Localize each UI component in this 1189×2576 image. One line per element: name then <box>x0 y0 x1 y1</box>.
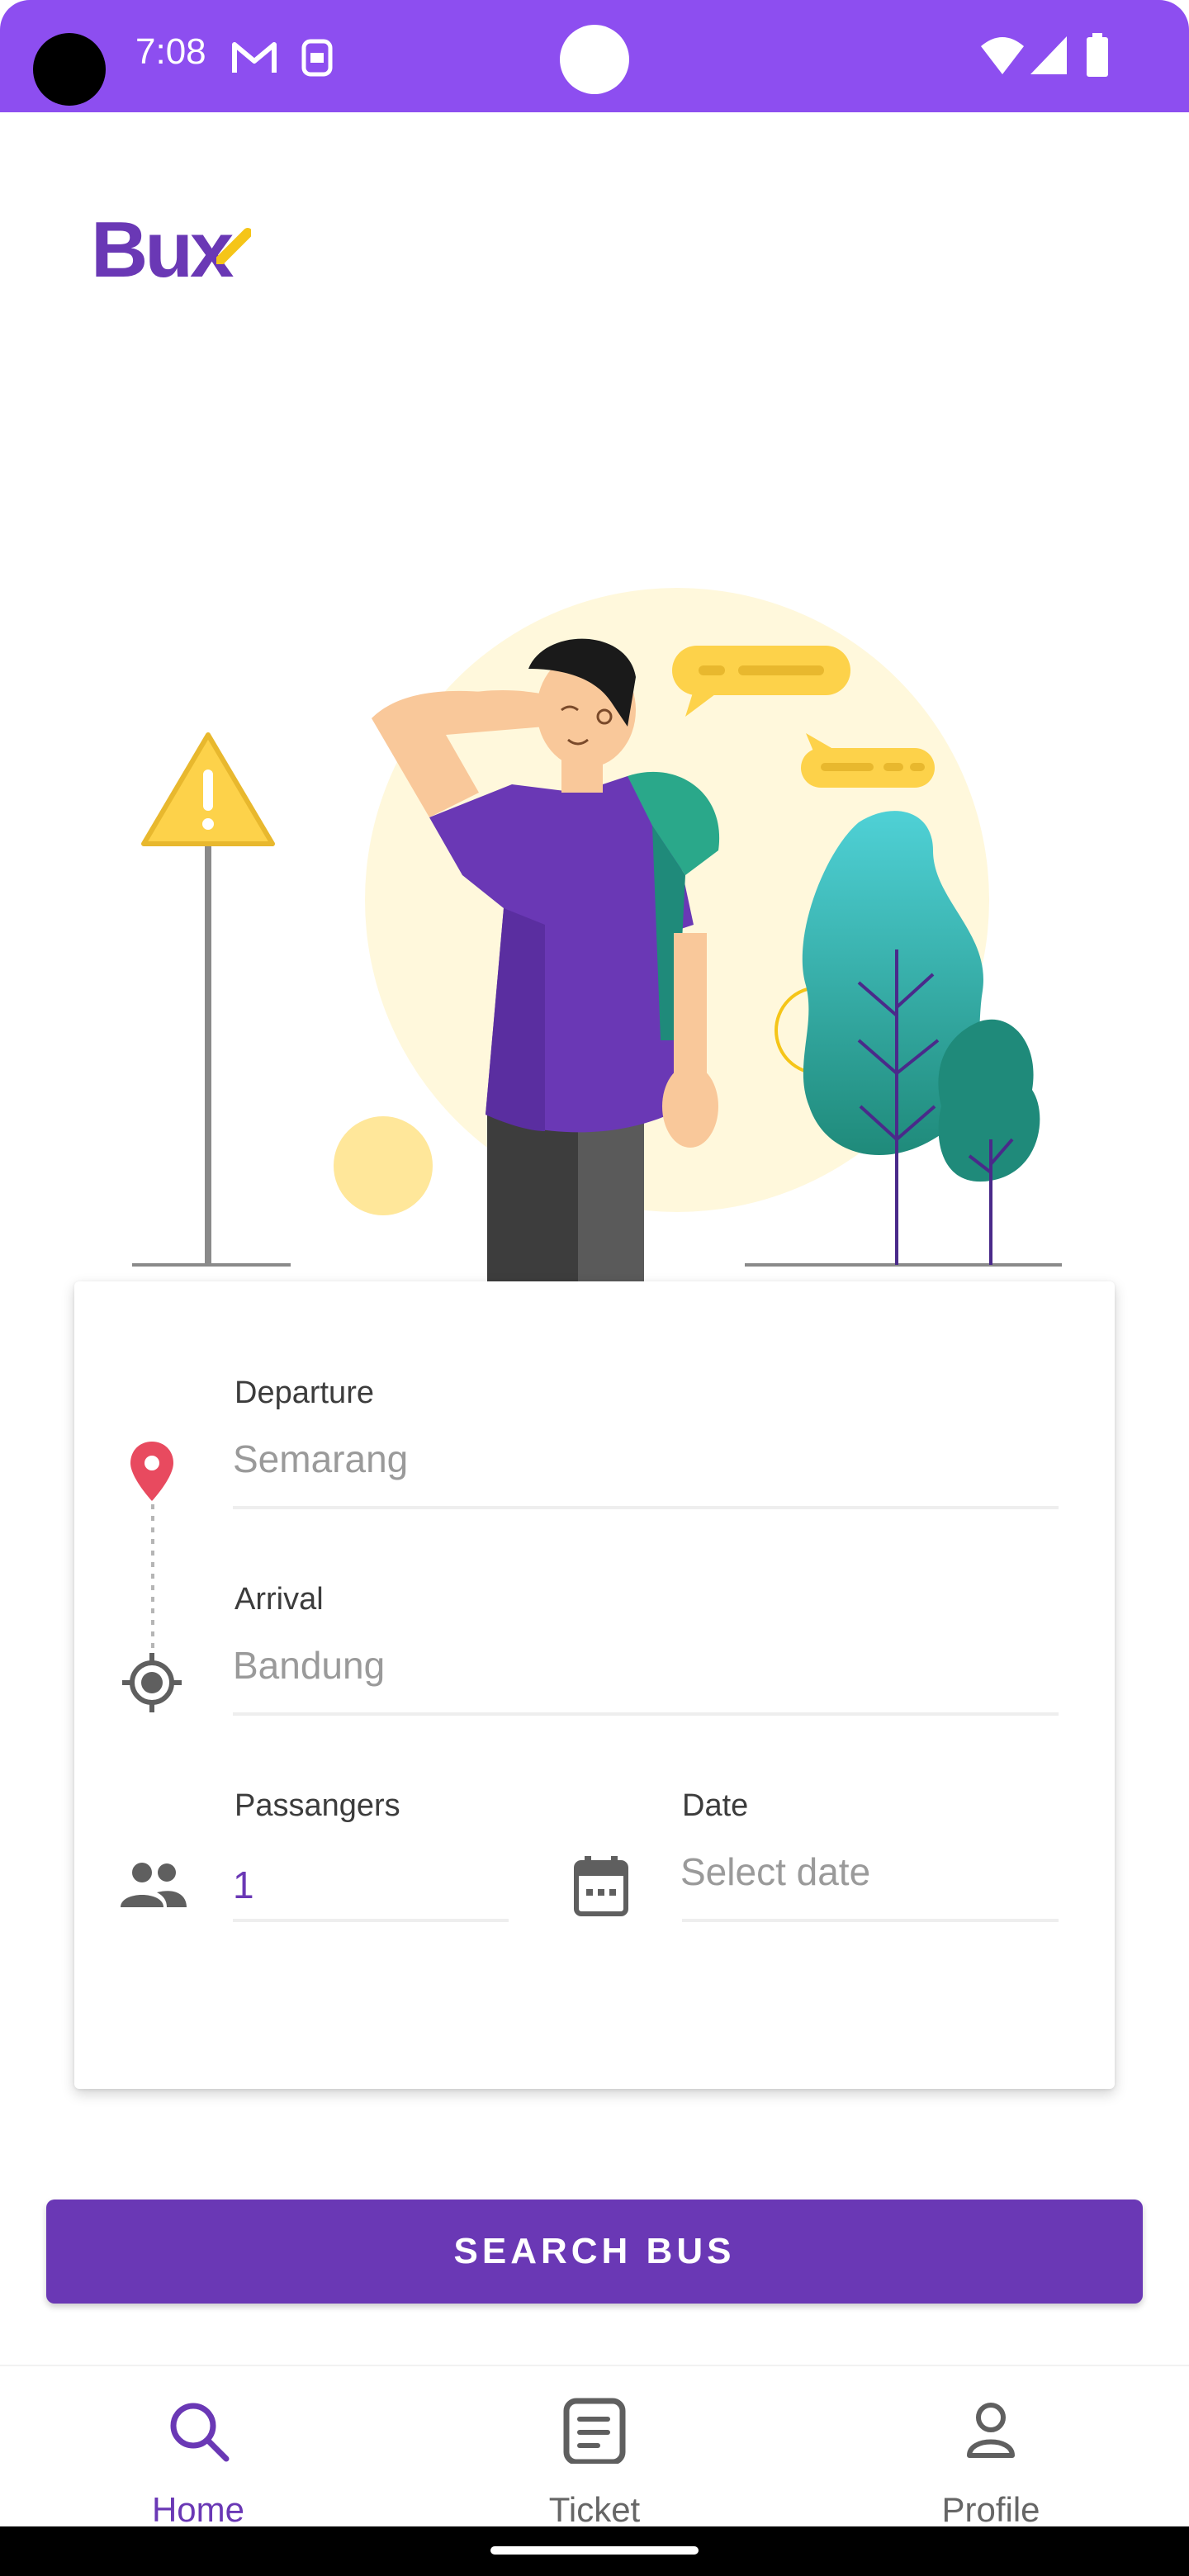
people-icon <box>121 1863 187 1907</box>
arrival-input[interactable]: Bandung <box>233 1643 385 1688</box>
status-center-indicator <box>560 25 629 94</box>
passengers-input[interactable]: 1 <box>233 1863 254 1907</box>
departure-underline <box>233 1506 1059 1509</box>
search-bus-button[interactable]: SEARCH BUS <box>46 2200 1143 2304</box>
search-icon <box>170 2403 230 2462</box>
passengers-underline <box>233 1919 509 1922</box>
target-location-icon <box>122 1653 182 1712</box>
traveler-illustration <box>132 588 1062 1281</box>
status-time: 7:08 <box>135 31 206 72</box>
ticket-icon <box>563 2398 626 2464</box>
camera-cutout <box>33 33 106 106</box>
profile-icon <box>967 2403 1015 2458</box>
departure-label: Departure <box>234 1376 374 1410</box>
nav-item-ticket[interactable]: Ticket <box>396 2366 793 2529</box>
calendar-icon <box>574 1856 628 1916</box>
nav-label-ticket: Ticket <box>548 2490 641 2529</box>
home-gesture-handle[interactable] <box>490 2546 699 2555</box>
logo-text: Bux <box>91 206 234 294</box>
gmail-icon <box>232 42 277 73</box>
nav-item-home[interactable]: Home <box>0 2366 396 2529</box>
date-underline <box>682 1919 1059 1922</box>
nav-label-profile: Profile <box>941 2490 1040 2529</box>
date-label: Date <box>682 1788 749 1823</box>
departure-input[interactable]: Semarang <box>233 1437 408 1481</box>
date-input[interactable]: Select date <box>680 1849 870 1894</box>
app-logo: Bux <box>91 205 234 296</box>
battery-icon <box>1087 33 1108 77</box>
arrival-underline <box>233 1712 1059 1716</box>
nav-label-home: Home <box>151 2490 245 2529</box>
arrival-label: Arrival <box>234 1582 324 1617</box>
location-pin-icon <box>130 1442 173 1501</box>
logo-accent-icon <box>216 228 251 264</box>
sim-icon <box>301 39 333 77</box>
signal-icon <box>1030 36 1067 74</box>
search-form-card <box>74 1281 1115 2089</box>
wifi-icon <box>981 37 1024 74</box>
bottom-navigation: Home Ticket Profile <box>0 2365 1189 2529</box>
nav-item-profile[interactable]: Profile <box>793 2366 1189 2529</box>
passengers-label: Passangers <box>234 1788 400 1823</box>
route-dotted-line <box>151 1504 154 1650</box>
